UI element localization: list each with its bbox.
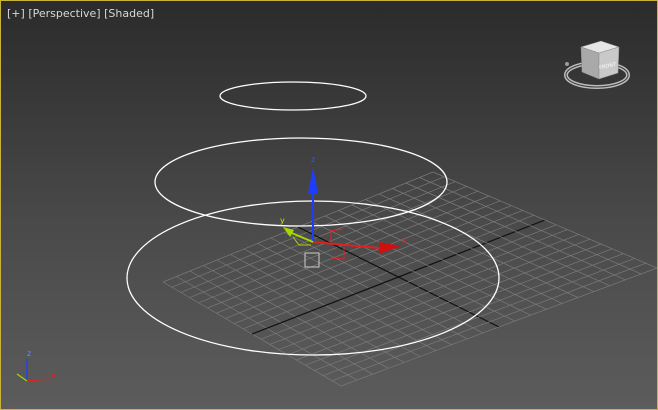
viewport-label-menu: [+] [Perspective] [Shaded] bbox=[7, 7, 154, 20]
viewport-shading-menu[interactable]: [Shaded] bbox=[104, 7, 154, 20]
world-axis-tripod: z x bbox=[16, 349, 56, 382]
viewport-point-of-view-menu[interactable]: [Perspective] bbox=[28, 7, 100, 20]
grid-line bbox=[419, 177, 642, 275]
grid-line bbox=[432, 171, 657, 269]
grid-line bbox=[340, 267, 657, 387]
gizmo-x-axis[interactable] bbox=[312, 241, 380, 249]
move-gizmo[interactable]: z x y bbox=[280, 155, 407, 268]
gizmo-x-label: x bbox=[402, 236, 407, 245]
grid-line bbox=[331, 262, 646, 382]
home-grid bbox=[162, 171, 657, 387]
grid-line bbox=[392, 188, 610, 287]
viewcube[interactable]: FRONT bbox=[564, 40, 630, 89]
viewcube-home-icon[interactable] bbox=[565, 62, 569, 66]
gizmo-z-arrow-icon[interactable] bbox=[308, 167, 318, 194]
gizmo-y-arrow-icon[interactable] bbox=[283, 227, 294, 237]
gizmo-z-label: z bbox=[311, 155, 315, 164]
gizmo-y-label: y bbox=[280, 216, 285, 225]
circle-small[interactable] bbox=[219, 81, 367, 111]
gizmo-x-arrow-icon[interactable] bbox=[379, 242, 401, 254]
pivot-box-icon[interactable] bbox=[304, 252, 320, 268]
circle-medium[interactable] bbox=[154, 137, 448, 227]
viewport-menu-button[interactable]: [+] bbox=[7, 7, 25, 20]
grid-line bbox=[405, 182, 626, 281]
perspective-viewport[interactable]: z x y FRONT z x [+] [Perspective] [Shade… bbox=[0, 0, 658, 410]
viewport-scene: z x y FRONT z x bbox=[16, 40, 657, 387]
tripod-x-label: x bbox=[51, 371, 56, 380]
tripod-z-label: z bbox=[27, 349, 31, 358]
